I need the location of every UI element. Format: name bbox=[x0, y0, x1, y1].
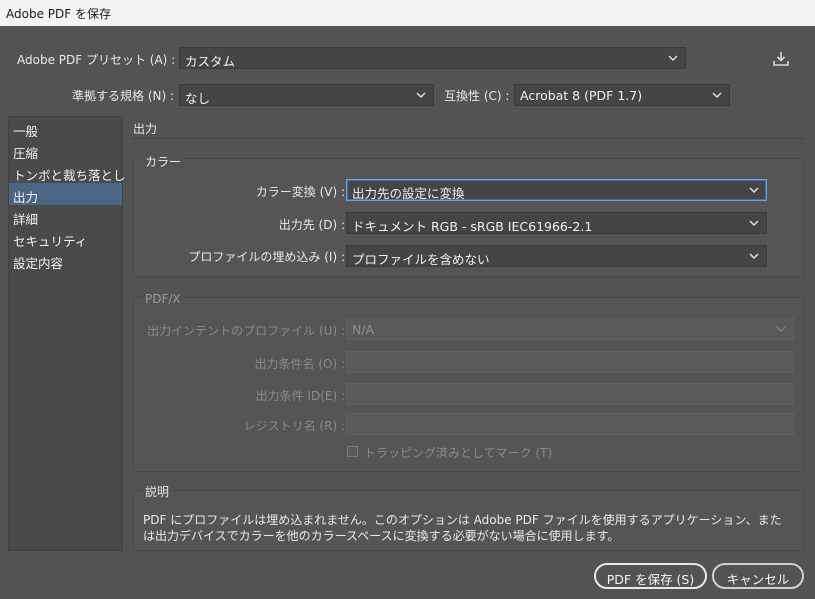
condition-id-label: 出力条件 ID(E) : bbox=[255, 389, 345, 403]
category-sidebar: 一般 圧縮 トンボと裁ち落とし 出力 詳細 セキュリティ 設定内容 bbox=[8, 116, 126, 551]
sidebar-item-advanced[interactable]: 詳細 bbox=[9, 205, 122, 227]
sidebar-item-security[interactable]: セキュリティ bbox=[9, 227, 122, 249]
standard-label: 準拠する規格 (N) : bbox=[72, 89, 175, 103]
output-intent-label: 出力インテントのプロファイル (U) : bbox=[147, 324, 345, 338]
trapped-checkbox[interactable] bbox=[347, 446, 358, 457]
description-group-title: 説明 bbox=[143, 483, 172, 500]
chevron-down-icon bbox=[748, 217, 760, 229]
window-title: Adobe PDF を保存 bbox=[6, 7, 111, 21]
compat-label: 互換性 (C) : bbox=[444, 89, 510, 103]
condition-id-input[interactable] bbox=[346, 383, 794, 405]
compat-select-value: Acrobat 8 (PDF 1.7) bbox=[520, 88, 643, 103]
sidebar-item-summary[interactable]: 設定内容 bbox=[9, 249, 122, 271]
standard-select-value: なし bbox=[185, 91, 211, 106]
compat-select[interactable]: Acrobat 8 (PDF 1.7) bbox=[514, 84, 730, 106]
window-titlebar: Adobe PDF を保存 bbox=[0, 0, 815, 26]
description-line-1: PDF にプロファイルは埋め込まれません。このオプションは Adobe PDF … bbox=[143, 513, 782, 527]
chevron-down-icon bbox=[415, 89, 427, 101]
chevron-down-icon bbox=[711, 89, 723, 101]
save-preset-icon[interactable] bbox=[771, 49, 791, 69]
color-conversion-select[interactable]: 出力先の設定に変換 bbox=[346, 179, 767, 201]
section-divider bbox=[133, 138, 805, 139]
description-line-2: は出力デバイスでカラーを他のカラースペースに変換する必要がない場合に使用します。 bbox=[143, 529, 620, 543]
profile-inclusion-label: プロファイルの埋め込み (I) : bbox=[188, 250, 345, 264]
description-text: PDF にプロファイルは埋め込まれません。このオプションは Adobe PDF … bbox=[143, 512, 793, 544]
preset-label: Adobe PDF プリセット (A) : bbox=[17, 53, 176, 67]
chevron-down-icon bbox=[748, 250, 760, 262]
registry-name-label: レジストリ名 (R) : bbox=[243, 419, 345, 433]
chevron-down-icon bbox=[775, 323, 787, 335]
section-title: 出力 bbox=[133, 122, 158, 136]
sidebar-item-compression[interactable]: 圧縮 bbox=[9, 139, 122, 161]
preset-select-value: カスタム bbox=[185, 54, 236, 69]
standard-select[interactable]: なし bbox=[179, 84, 434, 106]
save-pdf-button[interactable]: PDF を保存 (S) bbox=[594, 563, 707, 589]
chevron-down-icon bbox=[667, 52, 679, 64]
sidebar-item-marks-bleeds[interactable]: トンボと裁ち落とし bbox=[9, 161, 126, 183]
cancel-button[interactable]: キャンセル bbox=[712, 563, 804, 589]
sidebar-item-output[interactable]: 出力 bbox=[9, 183, 122, 205]
output-intent-value: N/A bbox=[352, 322, 375, 337]
profile-inclusion-select[interactable]: プロファイルを含めない bbox=[346, 245, 767, 267]
destination-select[interactable]: ドキュメント RGB - sRGB IEC61966-2.1 bbox=[346, 212, 767, 234]
chevron-down-icon bbox=[748, 184, 760, 196]
destination-value: ドキュメント RGB - sRGB IEC61966-2.1 bbox=[352, 219, 593, 234]
preset-select[interactable]: カスタム bbox=[179, 47, 686, 69]
trapped-label: トラッピング済みとしてマーク (T) bbox=[364, 446, 553, 460]
sidebar-item-general[interactable]: 一般 bbox=[9, 117, 122, 139]
color-conversion-value: 出力先の設定に変換 bbox=[352, 186, 465, 201]
output-intent-select[interactable]: N/A bbox=[346, 318, 794, 340]
condition-name-input[interactable] bbox=[346, 351, 794, 373]
color-group-title: カラー bbox=[143, 153, 184, 170]
profile-inclusion-value: プロファイルを含めない bbox=[352, 252, 490, 267]
condition-name-label: 出力条件名 (O) : bbox=[254, 357, 345, 371]
registry-name-input[interactable] bbox=[346, 413, 794, 435]
pdfx-group-title: PDF/X bbox=[143, 292, 183, 306]
color-conversion-label: カラー変換 (V) : bbox=[255, 185, 345, 199]
destination-label: 出力先 (D) : bbox=[278, 218, 345, 232]
